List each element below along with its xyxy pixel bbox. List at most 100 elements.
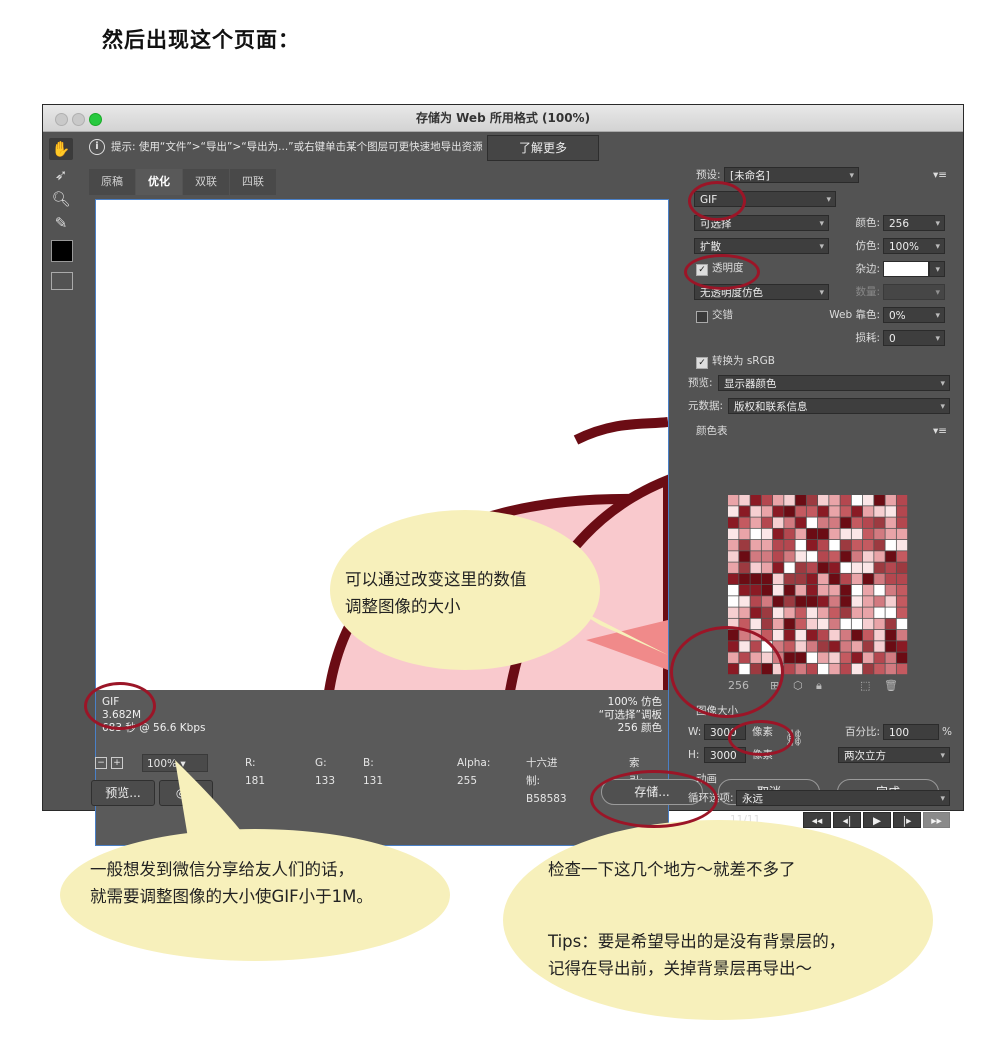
color-swatch-cell[interactable] xyxy=(874,528,885,540)
color-swatch-cell[interactable] xyxy=(784,607,795,618)
color-swatch-cell[interactable] xyxy=(874,551,885,562)
color-swatch-cell[interactable] xyxy=(863,641,874,652)
color-swatch-cell[interactable] xyxy=(750,618,761,630)
color-swatch-cell[interactable] xyxy=(761,517,773,528)
height-input[interactable]: 3000 xyxy=(704,747,746,763)
toggle-slices-icon[interactable] xyxy=(51,272,73,290)
color-swatch-cell[interactable] xyxy=(818,630,829,641)
color-swatch-cell[interactable] xyxy=(874,596,885,607)
color-swatch-cell[interactable] xyxy=(761,540,773,551)
color-swatch-cell[interactable] xyxy=(896,663,908,675)
first-frame-button[interactable]: ◂◂ xyxy=(803,812,831,828)
color-swatch-cell[interactable] xyxy=(784,551,795,562)
color-swatch-cell[interactable] xyxy=(806,652,818,663)
color-swatch-cell[interactable] xyxy=(773,641,784,652)
color-swatch-cell[interactable] xyxy=(728,540,739,551)
color-swatch-cell[interactable] xyxy=(896,641,908,652)
color-swatch-cell[interactable] xyxy=(750,562,761,573)
color-swatch-cell[interactable] xyxy=(851,618,863,630)
color-swatch-cell[interactable] xyxy=(818,663,829,675)
color-swatch-cell[interactable] xyxy=(806,596,818,607)
color-swatch-cell[interactable] xyxy=(896,562,908,573)
color-swatch-cell[interactable] xyxy=(829,540,840,551)
color-swatch-cell[interactable] xyxy=(761,495,773,506)
dither-algorithm-select[interactable]: 扩散 ▾ xyxy=(694,238,829,254)
color-swatch-cell[interactable] xyxy=(761,618,773,630)
color-swatch-cell[interactable] xyxy=(829,630,840,641)
color-swatch-cell[interactable] xyxy=(784,506,795,517)
minimize-window-button[interactable] xyxy=(72,113,85,126)
color-swatch-cell[interactable] xyxy=(829,663,840,675)
color-swatch-cell[interactable] xyxy=(728,528,739,540)
color-swatch-cell[interactable] xyxy=(728,585,739,596)
color-swatch-cell[interactable] xyxy=(851,585,863,596)
color-swatch-cell[interactable] xyxy=(874,517,885,528)
color-swatch-cell[interactable] xyxy=(829,607,840,618)
color-swatch-cell[interactable] xyxy=(863,652,874,663)
color-swatch-cell[interactable] xyxy=(750,573,761,585)
color-swatch-cell[interactable] xyxy=(818,573,829,585)
color-swatch-cell[interactable] xyxy=(750,663,761,675)
color-swatch-cell[interactable] xyxy=(863,607,874,618)
close-window-button[interactable] xyxy=(55,113,68,126)
color-swatch-cell[interactable] xyxy=(739,517,750,528)
color-swatch-cell[interactable] xyxy=(773,652,784,663)
map-to-web-icon[interactable]: ⊞ xyxy=(770,679,779,692)
color-swatch-cell[interactable] xyxy=(874,562,885,573)
color-swatch-cell[interactable] xyxy=(739,551,750,562)
color-swatch-cell[interactable] xyxy=(885,641,896,652)
color-swatch-cell[interactable] xyxy=(806,573,818,585)
color-swatch-cell[interactable] xyxy=(829,596,840,607)
color-swatch-cell[interactable] xyxy=(818,495,829,506)
color-swatch-cell[interactable] xyxy=(896,551,908,562)
color-swatch-cell[interactable] xyxy=(739,663,750,675)
color-swatch-cell[interactable] xyxy=(761,607,773,618)
color-swatch-cell[interactable] xyxy=(885,607,896,618)
color-swatch-cell[interactable] xyxy=(874,652,885,663)
color-swatch-cell[interactable] xyxy=(840,517,851,528)
color-table-menu-icon[interactable]: ▾≡ xyxy=(933,423,947,439)
color-swatch-cell[interactable] xyxy=(728,663,739,675)
color-swatch-cell[interactable] xyxy=(829,585,840,596)
color-swatch-cell[interactable] xyxy=(739,596,750,607)
next-frame-button[interactable]: |▸ xyxy=(893,812,921,828)
color-swatch-cell[interactable] xyxy=(818,596,829,607)
color-swatch-cell[interactable] xyxy=(874,506,885,517)
color-swatch-cell[interactable] xyxy=(851,630,863,641)
color-swatch-cell[interactable] xyxy=(795,641,806,652)
trash-icon[interactable]: 🗑︎ xyxy=(884,679,898,692)
color-swatch-cell[interactable] xyxy=(806,630,818,641)
color-swatch-cell[interactable] xyxy=(795,528,806,540)
colors-select[interactable]: 256 ▾ xyxy=(883,215,945,231)
color-swatch-cell[interactable] xyxy=(739,528,750,540)
color-swatch-cell[interactable] xyxy=(773,562,784,573)
color-swatch-cell[interactable] xyxy=(840,585,851,596)
color-swatch-cell[interactable] xyxy=(818,517,829,528)
color-swatch-cell[interactable] xyxy=(896,630,908,641)
color-swatch-cell[interactable] xyxy=(840,596,851,607)
color-swatch-cell[interactable] xyxy=(863,618,874,630)
interlaced-checkbox[interactable] xyxy=(696,311,708,323)
color-swatch-cell[interactable] xyxy=(863,517,874,528)
color-swatch-cell[interactable] xyxy=(806,663,818,675)
color-swatch-cell[interactable] xyxy=(784,495,795,506)
color-swatch-cell[interactable] xyxy=(784,618,795,630)
color-swatch-cell[interactable] xyxy=(874,607,885,618)
color-swatch-cell[interactable] xyxy=(885,585,896,596)
color-swatch-cell[interactable] xyxy=(806,506,818,517)
preview-button[interactable]: 预览... xyxy=(91,780,155,806)
color-swatch-cell[interactable] xyxy=(728,652,739,663)
color-swatch-cell[interactable] xyxy=(773,663,784,675)
color-swatch-cell[interactable] xyxy=(851,663,863,675)
color-swatch-cell[interactable] xyxy=(885,663,896,675)
color-swatch-cell[interactable] xyxy=(885,551,896,562)
color-swatch-cell[interactable] xyxy=(896,573,908,585)
color-swatch-cell[interactable] xyxy=(728,551,739,562)
color-swatch-cell[interactable] xyxy=(840,663,851,675)
last-frame-button[interactable]: ▸▸ xyxy=(923,812,950,828)
color-swatch-cell[interactable] xyxy=(818,562,829,573)
color-swatch-cell[interactable] xyxy=(750,630,761,641)
color-swatch-cell[interactable] xyxy=(728,618,739,630)
color-swatch-cell[interactable] xyxy=(795,607,806,618)
dither-amount-select[interactable]: 100% ▾ xyxy=(883,238,945,254)
